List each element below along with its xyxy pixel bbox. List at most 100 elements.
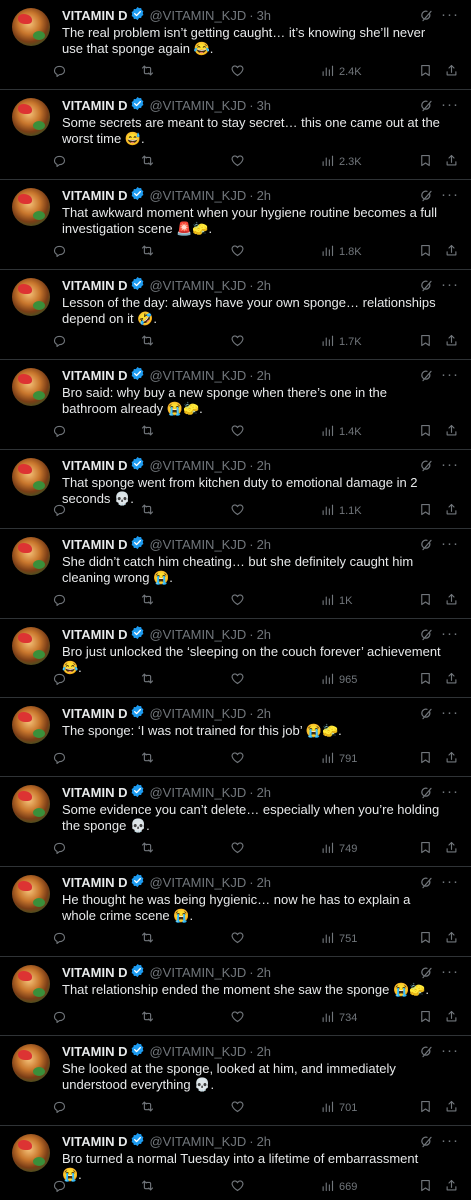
avatar[interactable] [12,1044,50,1082]
bookmark-icon[interactable] [418,63,433,78]
author-name[interactable]: VITAMIN D [62,1044,127,1059]
grok-icon[interactable] [419,537,435,553]
author-name[interactable]: VITAMIN D [62,278,127,293]
author-handle[interactable]: @VITAMIN_KJD [149,458,246,473]
tweet-time[interactable]: 2h [257,706,271,721]
tweet-time[interactable]: 2h [257,278,271,293]
views-button[interactable]: 791 [320,750,357,768]
reply-icon[interactable] [52,1099,67,1114]
like-icon[interactable] [230,502,245,517]
retweet-icon[interactable] [140,1099,155,1114]
grok-icon[interactable] [419,627,435,643]
author-handle[interactable]: @VITAMIN_KJD [149,8,246,23]
like-icon[interactable] [230,750,245,765]
author-handle[interactable]: @VITAMIN_KJD [149,965,246,980]
tweet[interactable]: VITAMIN D @VITAMIN_KJD · 2h ··· That rel… [0,957,471,1036]
tweet-time[interactable]: 3h [257,98,271,113]
tweet-time[interactable]: 2h [257,368,271,383]
reply-icon[interactable] [52,1178,67,1193]
more-icon[interactable]: ··· [441,1042,459,1059]
bookmark-icon[interactable] [418,502,433,517]
views-button[interactable]: 701 [320,1099,357,1117]
grok-icon[interactable] [419,785,435,801]
bookmark-icon[interactable] [418,243,433,258]
tweet[interactable]: VITAMIN D @VITAMIN_KJD · 2h ··· That spo… [0,450,471,529]
avatar[interactable] [12,8,50,46]
bookmark-icon[interactable] [418,840,433,855]
retweet-icon[interactable] [140,63,155,78]
retweet-icon[interactable] [140,1009,155,1024]
author-name[interactable]: VITAMIN D [62,965,127,980]
more-icon[interactable]: ··· [441,625,459,642]
more-icon[interactable]: ··· [441,366,459,383]
grok-icon[interactable] [419,458,435,474]
like-icon[interactable] [230,592,245,607]
grok-icon[interactable] [419,368,435,384]
avatar[interactable] [12,965,50,1003]
author-name[interactable]: VITAMIN D [62,875,127,890]
tweet-time[interactable]: 2h [257,188,271,203]
like-icon[interactable] [230,153,245,168]
reply-icon[interactable] [52,592,67,607]
like-icon[interactable] [230,1009,245,1024]
author-handle[interactable]: @VITAMIN_KJD [149,1044,246,1059]
like-icon[interactable] [230,333,245,348]
more-icon[interactable]: ··· [441,963,459,980]
grok-icon[interactable] [419,706,435,722]
views-button[interactable]: 2.3K [320,153,362,171]
avatar[interactable] [12,278,50,316]
more-icon[interactable]: ··· [441,783,459,800]
author-name[interactable]: VITAMIN D [62,537,127,552]
tweet[interactable]: VITAMIN D @VITAMIN_KJD · 2h ··· Some evi… [0,777,471,867]
grok-icon[interactable] [419,1044,435,1060]
like-icon[interactable] [230,1178,245,1193]
grok-icon[interactable] [419,98,435,114]
retweet-icon[interactable] [140,153,155,168]
like-icon[interactable] [230,63,245,78]
tweet[interactable]: VITAMIN D @VITAMIN_KJD · 2h ··· She didn… [0,529,471,619]
reply-icon[interactable] [52,63,67,78]
grok-icon[interactable] [419,1134,435,1150]
bookmark-icon[interactable] [418,1178,433,1193]
more-icon[interactable]: ··· [441,186,459,203]
share-icon[interactable] [444,1099,459,1114]
more-icon[interactable]: ··· [441,6,459,23]
avatar[interactable] [12,706,50,744]
reply-icon[interactable] [52,502,67,517]
author-name[interactable]: VITAMIN D [62,627,127,642]
views-button[interactable]: 1K [320,592,352,610]
like-icon[interactable] [230,930,245,945]
bookmark-icon[interactable] [418,592,433,607]
views-button[interactable]: 1.8K [320,243,362,261]
more-icon[interactable]: ··· [441,704,459,721]
bookmark-icon[interactable] [418,333,433,348]
reply-icon[interactable] [52,840,67,855]
bookmark-icon[interactable] [418,1009,433,1024]
author-handle[interactable]: @VITAMIN_KJD [149,368,246,383]
share-icon[interactable] [444,153,459,168]
tweet[interactable]: VITAMIN D @VITAMIN_KJD · 2h ··· Bro said… [0,360,471,450]
bookmark-icon[interactable] [418,1099,433,1114]
author-handle[interactable]: @VITAMIN_KJD [149,875,246,890]
views-button[interactable]: 1.1K [320,502,362,520]
author-handle[interactable]: @VITAMIN_KJD [149,98,246,113]
reply-icon[interactable] [52,153,67,168]
tweet[interactable]: VITAMIN D @VITAMIN_KJD · 2h ··· Bro just… [0,619,471,698]
grok-icon[interactable] [419,8,435,24]
retweet-icon[interactable] [140,1178,155,1193]
author-handle[interactable]: @VITAMIN_KJD [149,627,246,642]
bookmark-icon[interactable] [418,423,433,438]
grok-icon[interactable] [419,875,435,891]
retweet-icon[interactable] [140,930,155,945]
views-button[interactable]: 2.4K [320,63,362,81]
tweet-time[interactable]: 2h [257,785,271,800]
share-icon[interactable] [444,1009,459,1024]
more-icon[interactable]: ··· [441,96,459,113]
avatar[interactable] [12,537,50,575]
tweet-time[interactable]: 2h [257,1134,271,1149]
grok-icon[interactable] [419,965,435,981]
tweet[interactable]: VITAMIN D @VITAMIN_KJD · 2h ··· Lesson o… [0,270,471,360]
tweet[interactable]: VITAMIN D @VITAMIN_KJD · 2h ··· That awk… [0,180,471,270]
tweet-time[interactable]: 2h [257,1044,271,1059]
reply-icon[interactable] [52,930,67,945]
